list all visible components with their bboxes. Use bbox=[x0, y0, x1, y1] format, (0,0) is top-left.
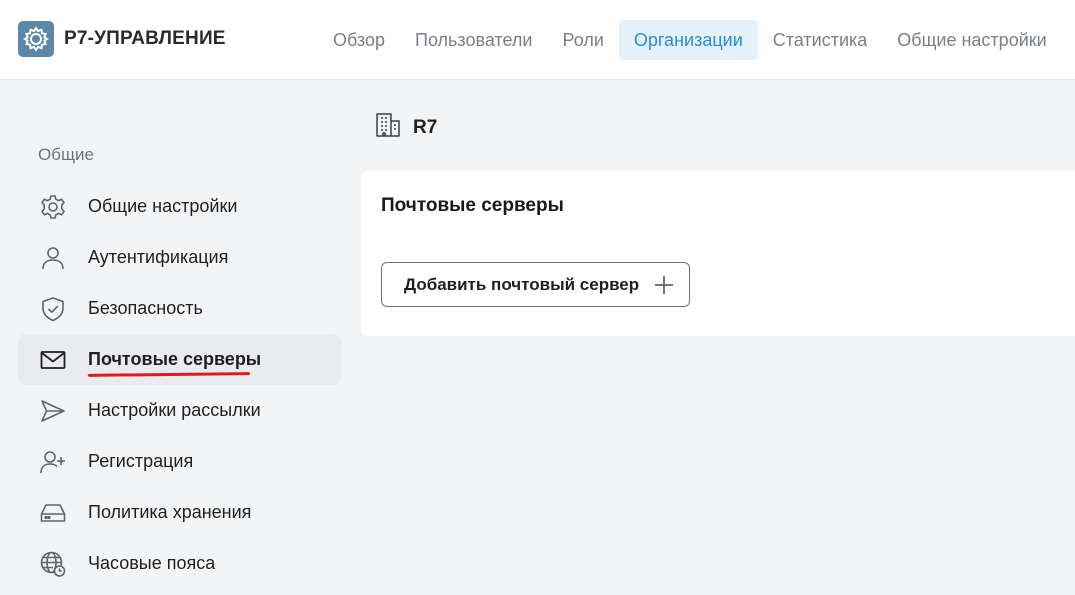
app-logo[interactable]: Р7-УПРАВЛЕНИЕ bbox=[18, 21, 226, 57]
sidebar-item-general-settings[interactable]: Общие настройки bbox=[18, 181, 341, 232]
nav-item-overview[interactable]: Обзор bbox=[318, 20, 400, 60]
sidebar-item-label: Регистрация bbox=[88, 451, 194, 471]
sidebar-menu: Общие настройки Аутентификация Безопасно… bbox=[18, 181, 341, 589]
active-item-underline bbox=[87, 372, 251, 377]
organization-header: R7 bbox=[375, 112, 437, 143]
sidebar-item-authentication[interactable]: Аутентификация bbox=[18, 232, 341, 283]
main-nav: Обзор Пользователи Роли Организации Стат… bbox=[318, 20, 1062, 60]
sidebar-item-label: Аутентификация bbox=[88, 247, 229, 267]
top-bar: Р7-УПРАВЛЕНИЕ Обзор Пользователи Роли Ор… bbox=[0, 0, 1075, 80]
gear-icon bbox=[38, 192, 68, 222]
sidebar-item-label: Политика хранения bbox=[88, 502, 252, 522]
card-title: Почтовые серверы bbox=[381, 195, 564, 216]
user-plus-icon bbox=[38, 447, 68, 477]
send-icon bbox=[38, 396, 68, 426]
sidebar-item-security[interactable]: Безопасность bbox=[18, 283, 341, 334]
nav-item-statistics[interactable]: Статистика bbox=[758, 20, 883, 60]
sidebar-item-mail-servers[interactable]: Почтовые серверы bbox=[18, 334, 341, 385]
add-mail-server-label: Добавить почтовый сервер bbox=[404, 274, 640, 294]
sidebar-item-registration[interactable]: Регистрация bbox=[18, 436, 341, 487]
mail-icon bbox=[38, 345, 68, 375]
sidebar-item-label: Безопасность bbox=[88, 298, 203, 318]
nav-item-organizations[interactable]: Организации bbox=[618, 20, 758, 60]
sidebar-item-label: Часовые пояса bbox=[88, 553, 216, 573]
sidebar-item-mailing-settings[interactable]: Настройки рассылки bbox=[18, 385, 341, 436]
sidebar: Общие Общие настройки Аутентификация Без… bbox=[0, 80, 360, 595]
shield-check-icon bbox=[38, 294, 68, 324]
app-title: Р7-УПРАВЛЕНИЕ bbox=[64, 28, 226, 49]
sidebar-item-timezones[interactable]: Часовые пояса bbox=[18, 538, 341, 589]
user-icon bbox=[38, 243, 68, 273]
nav-item-roles[interactable]: Роли bbox=[547, 20, 618, 60]
sidebar-item-label: Настройки рассылки bbox=[88, 400, 261, 420]
building-icon bbox=[375, 112, 401, 143]
sidebar-item-label: Почтовые серверы bbox=[88, 349, 262, 369]
mail-servers-card: Почтовые серверы Добавить почтовый серве… bbox=[361, 171, 1075, 336]
nav-item-users[interactable]: Пользователи bbox=[400, 20, 547, 60]
plus-icon bbox=[653, 274, 675, 296]
storage-icon bbox=[38, 498, 68, 528]
globe-clock-icon bbox=[38, 549, 68, 579]
add-mail-server-button[interactable]: Добавить почтовый сервер bbox=[381, 262, 690, 307]
organization-name: R7 bbox=[413, 116, 438, 138]
gear-logo-icon bbox=[18, 21, 54, 57]
sidebar-section-title: Общие bbox=[38, 145, 94, 164]
nav-item-general-settings[interactable]: Общие настройки bbox=[882, 20, 1061, 60]
sidebar-item-label: Общие настройки bbox=[88, 196, 238, 216]
sidebar-item-storage-policy[interactable]: Политика хранения bbox=[18, 487, 341, 538]
